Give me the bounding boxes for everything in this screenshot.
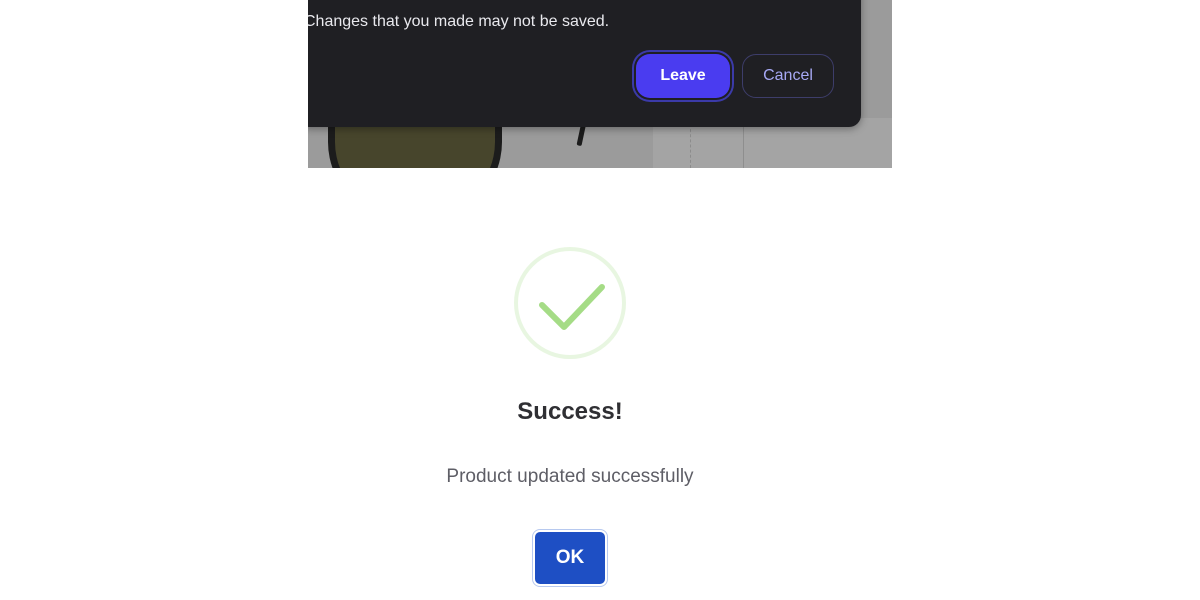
leave-site-region: Changes that you made may not be saved. …	[308, 0, 892, 168]
checkmark-icon	[539, 284, 605, 330]
divider	[690, 124, 692, 168]
ok-button[interactable]: OK	[535, 532, 605, 584]
leave-button[interactable]: Leave	[636, 54, 730, 98]
success-message: Product updated successfully	[446, 466, 694, 487]
leave-site-dialog: Changes that you made may not be saved. …	[308, 0, 861, 127]
cancel-button[interactable]: Cancel	[742, 54, 834, 98]
screen: Changes that you made may not be saved. …	[0, 0, 1200, 600]
success-title: Success!	[517, 398, 623, 425]
success-icon	[514, 247, 626, 359]
divider	[743, 124, 744, 168]
leave-dialog-message: Changes that you made may not be saved.	[308, 13, 610, 30]
